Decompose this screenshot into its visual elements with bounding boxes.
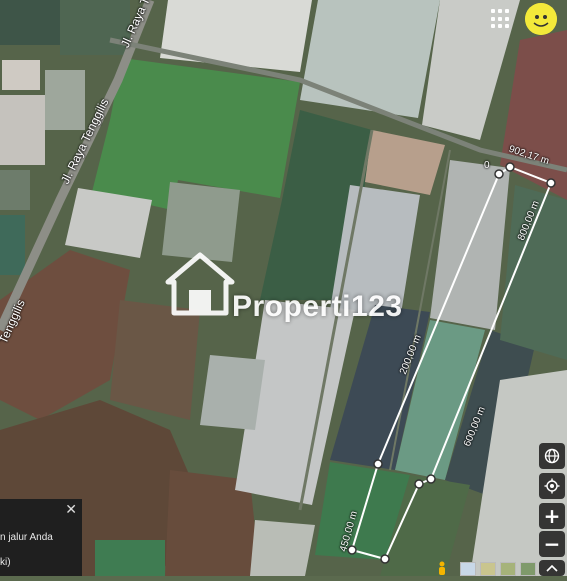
zoom-out-label: − — [543, 532, 561, 556]
layer-thumb-traffic[interactable] — [500, 562, 516, 576]
watermark: Properti123 — [232, 290, 403, 323]
layer-thumb-map[interactable] — [460, 562, 476, 576]
close-icon[interactable]: ✕ — [65, 502, 77, 518]
directions-infobox: ✕ n jalur Anda ki) — [0, 499, 82, 576]
apps-grid-icon[interactable] — [490, 8, 512, 30]
zoom-in-label: + — [543, 504, 561, 528]
satellite-map[interactable] — [0, 0, 567, 576]
pond-left-grey — [162, 182, 240, 262]
measure-point[interactable] — [505, 162, 515, 172]
user-avatar-icon[interactable] — [525, 3, 557, 35]
measure-point[interactable] — [380, 554, 390, 564]
measure-point[interactable] — [426, 474, 436, 484]
zoom-out-button[interactable]: − — [539, 531, 565, 557]
infobox-line-2: ki) — [0, 557, 11, 568]
measure-point[interactable] — [373, 459, 383, 469]
infobox-line-1: n jalur Anda — [0, 532, 53, 543]
chevron-up-icon[interactable] — [539, 560, 565, 576]
pond-mid-left — [200, 355, 265, 430]
my-location-icon[interactable] — [539, 473, 565, 499]
measure-point[interactable] — [414, 479, 424, 489]
pond-top-right-1 — [300, 0, 440, 118]
watermark-text: Properti123 — [232, 290, 403, 323]
pond-bottom-mid — [250, 520, 315, 576]
zoom-in-button[interactable]: + — [539, 503, 565, 529]
layer-thumb-terrain[interactable] — [480, 562, 496, 576]
layer-thumb-more[interactable] — [520, 562, 536, 576]
soil-center-left — [110, 300, 200, 420]
measure-point[interactable] — [494, 169, 504, 179]
pegman-icon[interactable] — [436, 561, 448, 576]
measure-point[interactable] — [546, 178, 556, 188]
layer-thumbnails — [460, 562, 536, 576]
green-bottom-left — [95, 540, 165, 576]
globe-icon[interactable] — [539, 443, 565, 469]
measure-label-origin: 0 — [484, 160, 490, 171]
